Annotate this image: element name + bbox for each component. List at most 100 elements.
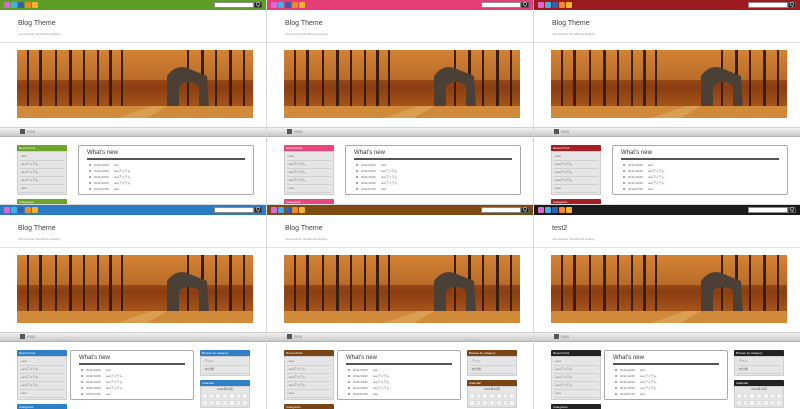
calendar-day[interactable] [235,400,242,406]
rss-icon[interactable] [25,207,31,213]
news-title[interactable]: testアイテム [106,374,123,378]
recent-post-link[interactable]: testアイテム [20,169,64,177]
calendar-day[interactable] [756,400,762,406]
search-input[interactable] [748,207,788,213]
calendar-day[interactable] [495,393,502,399]
news-title[interactable]: test [373,392,378,396]
facebook-icon[interactable] [552,2,558,8]
home-icon[interactable] [271,2,277,8]
calendar-day[interactable] [242,393,248,399]
facebook-icon[interactable] [285,2,291,8]
category-link[interactable]: 未分類 [737,366,781,374]
home-icon[interactable] [4,2,10,8]
calendar-day[interactable] [776,400,782,406]
news-title[interactable]: testアイテム [114,175,131,179]
search-button[interactable]: Q [521,207,529,213]
search-input[interactable] [214,2,254,8]
home-icon[interactable] [538,2,544,8]
home-nav-icon[interactable] [20,129,25,134]
news-title[interactable]: test [640,368,645,372]
rss-icon[interactable] [292,2,298,8]
calendar-day[interactable] [482,393,489,399]
nav-rss-link[interactable]: RSS [294,130,302,134]
calendar-day[interactable] [502,400,509,406]
news-title[interactable]: testアイテム [640,380,657,384]
recent-post-link[interactable]: testアイテム [554,382,598,390]
blog-title[interactable]: Blog Theme [285,20,323,27]
calendar-day[interactable] [215,393,222,399]
news-title[interactable]: testアイテム [381,175,398,179]
twitter-icon[interactable] [545,207,551,213]
calendar-day[interactable] [202,400,208,406]
calendar-day[interactable] [482,400,489,406]
recent-post-link[interactable]: test [287,185,331,193]
calendar-day[interactable] [475,393,482,399]
calendar-day[interactable] [208,400,215,406]
calendar-day[interactable] [502,393,509,399]
news-title[interactable]: testアイテム [373,386,390,390]
twitter-icon[interactable] [545,2,551,8]
category-link[interactable]: テスト [470,358,514,366]
news-title[interactable]: test [114,163,119,167]
nav-rss-link[interactable]: RSS [27,335,35,339]
home-nav-icon[interactable] [554,334,559,339]
mail-icon[interactable] [299,2,305,8]
recent-post-link[interactable]: testアイテム [20,366,64,374]
blog-title[interactable]: Blog Theme [18,20,56,27]
calendar-day[interactable] [509,400,515,406]
blog-title[interactable]: Blog Theme [18,225,56,232]
facebook-icon[interactable] [18,207,24,213]
calendar-day[interactable] [762,393,769,399]
recent-post-link[interactable]: test [20,153,64,161]
calendar-day[interactable] [509,393,515,399]
mail-icon[interactable] [566,2,572,8]
mail-icon[interactable] [32,207,38,213]
news-item[interactable]: 2011/07/26 test [81,391,123,397]
rss-icon[interactable] [559,207,565,213]
nav-rss-link[interactable]: RSS [561,335,569,339]
recent-post-link[interactable]: test [554,153,598,161]
calendar-day[interactable] [489,400,495,406]
calendar-day[interactable] [742,400,749,406]
home-icon[interactable] [538,207,544,213]
search-input[interactable] [748,2,788,8]
news-title[interactable]: testアイテム [373,380,390,384]
calendar-day[interactable] [489,393,495,399]
recent-post-link[interactable]: testアイテム [287,366,331,374]
facebook-icon[interactable] [18,2,24,8]
facebook-icon[interactable] [285,207,291,213]
calendar-day[interactable] [769,400,776,406]
calendar-day[interactable] [202,393,208,399]
news-title[interactable]: testアイテム [648,169,665,173]
search-button[interactable]: Q [788,2,796,8]
news-title[interactable]: testアイテム [114,169,131,173]
recent-post-link[interactable]: testアイテム [20,177,64,185]
recent-post-link[interactable]: test [287,358,331,366]
calendar-day[interactable] [215,400,222,406]
search-button[interactable]: Q [788,207,796,213]
news-title[interactable]: testアイテム [648,175,665,179]
news-title[interactable]: test [114,187,119,191]
recent-post-link[interactable]: testアイテム [287,374,331,382]
recent-post-link[interactable]: test [20,358,64,366]
home-icon[interactable] [4,207,10,213]
recent-post-link[interactable]: testアイテム [554,169,598,177]
news-title[interactable]: testアイテム [106,386,123,390]
calendar-day[interactable] [469,393,475,399]
news-title[interactable]: test [106,368,111,372]
search-button[interactable]: Q [254,2,262,8]
news-item[interactable]: 2011/07/26 test [615,391,657,397]
nav-rss-link[interactable]: RSS [561,130,569,134]
search-input[interactable] [214,207,254,213]
news-title[interactable]: test [381,163,386,167]
calendar-day[interactable] [749,393,756,399]
news-title[interactable]: testアイテム [640,386,657,390]
calendar-day[interactable] [228,400,235,406]
calendar-day[interactable] [742,393,749,399]
news-title[interactable]: testアイテム [381,181,398,185]
calendar-day[interactable] [769,393,776,399]
twitter-icon[interactable] [11,207,17,213]
news-title[interactable]: testアイテム [648,181,665,185]
recent-post-link[interactable]: test [20,390,64,398]
recent-post-link[interactable]: testアイテム [20,382,64,390]
